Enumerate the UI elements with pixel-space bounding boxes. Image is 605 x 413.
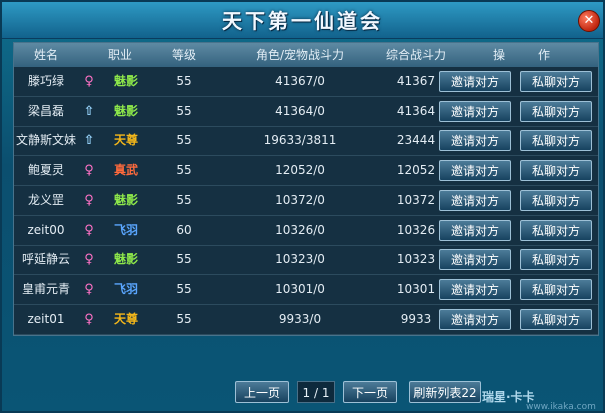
header-power: 角色/宠物战斗力 (255, 48, 345, 62)
private-chat-button[interactable]: 私聊对方 (520, 308, 592, 330)
player-power: 10323/0 (275, 252, 325, 267)
header-job: 职业 (107, 48, 132, 62)
player-job: 魅影 (113, 252, 138, 267)
player-power: 41364/0 (275, 103, 325, 118)
table-row: 龙义罡 ♀ 魅影 55 10372/0 10372 邀请对方 私聊对方 (14, 186, 598, 216)
player-job: 天尊 (113, 311, 138, 326)
private-chat-button[interactable]: 私聊对方 (520, 100, 592, 122)
player-power: 19633/3811 (263, 133, 337, 148)
close-button[interactable]: ✕ (578, 10, 600, 32)
table-row: 文静斯文妹 ⇧ 天尊 55 19633/3811 23444 邀请对方 私聊对方 (14, 126, 598, 157)
prev-page-button[interactable]: 上一页 (235, 381, 289, 403)
private-chat-button[interactable]: 私聊对方 (520, 189, 592, 211)
private-chat-button[interactable]: 私聊对方 (520, 71, 592, 92)
refresh-list-button[interactable]: 刷新列表22 (409, 381, 481, 403)
player-name: 皇甫元青 (21, 281, 70, 296)
invite-button[interactable]: 邀请对方 (439, 71, 511, 92)
private-chat-button[interactable]: 私聊对方 (520, 160, 592, 182)
player-job: 天尊 (113, 133, 138, 148)
invite-button[interactable]: 邀请对方 (439, 130, 511, 152)
player-name: 梁昌磊 (27, 103, 64, 118)
female-gender-icon: ♀ (84, 281, 94, 297)
player-power: 41367/0 (275, 74, 325, 88)
title-bar: 天下第一仙道会 ✕ (2, 2, 603, 39)
private-chat-button[interactable]: 私聊对方 (520, 249, 592, 271)
male-gender-icon: ⇧ (83, 133, 95, 149)
player-job: 真武 (113, 163, 138, 178)
player-level: 55 (176, 133, 192, 148)
invite-button[interactable]: 邀请对方 (439, 189, 511, 211)
player-level: 55 (176, 192, 192, 207)
male-gender-icon: ⇧ (83, 103, 95, 119)
header-level: 等级 (171, 48, 196, 62)
player-job: 飞羽 (113, 281, 138, 296)
header-actions-right: 作 (537, 48, 550, 62)
player-level: 55 (176, 252, 192, 267)
table-row: 呼延静云 ♀ 魅影 55 10323/0 10323 邀请对方 私聊对方 (14, 245, 598, 276)
player-power: 10301/0 (275, 281, 325, 296)
game-window: 天下第一仙道会 ✕ 姓名 职业 等级 角色/宠物战斗力 综合战斗力 操 作 滕巧… (0, 0, 605, 413)
table-row: 滕巧绿 ♀ 魅影 55 41367/0 41367 邀请对方 私聊对方 (14, 67, 598, 97)
player-name: zeit00 (27, 222, 65, 237)
player-name: zeit01 (27, 311, 65, 326)
player-power: 10326/0 (275, 222, 325, 237)
player-name: 呼延静云 (21, 252, 70, 267)
table-header: 姓名 职业 等级 角色/宠物战斗力 综合战斗力 操 作 (14, 43, 598, 67)
player-level: 55 (176, 163, 192, 178)
player-job: 魅影 (113, 192, 138, 207)
player-power: 9933/0 (278, 311, 322, 326)
female-gender-icon: ♀ (84, 192, 94, 208)
female-gender-icon: ♀ (84, 311, 94, 327)
invite-button[interactable]: 邀请对方 (439, 100, 511, 122)
player-name: 文静斯文妹 (15, 133, 76, 148)
table-row: 皇甫元青 ♀ 飞羽 55 10301/0 10301 邀请对方 私聊对方 (14, 275, 598, 305)
invite-button[interactable]: 邀请对方 (439, 278, 511, 300)
female-gender-icon: ♀ (84, 222, 94, 238)
private-chat-button[interactable]: 私聊对方 (520, 130, 592, 152)
window-title: 天下第一仙道会 (222, 9, 383, 33)
watermark-url: www.ikaka.com (526, 402, 596, 412)
player-job: 飞羽 (113, 222, 138, 237)
player-name: 鲍夏灵 (27, 163, 64, 178)
table-row: 梁昌磊 ⇧ 魅影 55 41364/0 41364 邀请对方 私聊对方 (14, 97, 598, 127)
table-row: zeit01 ♀ 天尊 55 9933/0 9933 邀请对方 私聊对方 (14, 305, 598, 335)
invite-button[interactable]: 邀请对方 (439, 160, 511, 182)
header-actions-left: 操 (492, 48, 505, 62)
table-row: 鲍夏灵 ♀ 真武 55 12052/0 12052 邀请对方 私聊对方 (14, 156, 598, 187)
female-gender-icon: ♀ (84, 74, 94, 89)
player-job: 魅影 (113, 103, 138, 118)
player-name: 滕巧绿 (27, 74, 64, 88)
player-level: 60 (176, 222, 192, 237)
female-gender-icon: ♀ (84, 163, 94, 179)
private-chat-button[interactable]: 私聊对方 (520, 219, 592, 241)
player-power: 10372/0 (275, 192, 325, 207)
player-level: 55 (176, 281, 192, 296)
private-chat-button[interactable]: 私聊对方 (520, 278, 592, 300)
player-level: 55 (176, 74, 192, 88)
player-level: 55 (176, 311, 192, 326)
player-job: 魅影 (113, 74, 138, 88)
player-power: 12052/0 (275, 163, 325, 178)
table-row: zeit00 ♀ 飞羽 60 10326/0 10326 邀请对方 私聊对方 (14, 216, 598, 246)
player-level: 55 (176, 103, 192, 118)
ranking-table: 姓名 职业 等级 角色/宠物战斗力 综合战斗力 操 作 滕巧绿 ♀ 魅影 55 4136… (13, 42, 599, 336)
invite-button[interactable]: 邀请对方 (439, 308, 511, 330)
header-name: 姓名 (33, 48, 58, 62)
next-page-button[interactable]: 下一页 (343, 381, 397, 403)
player-name: 龙义罡 (27, 192, 64, 207)
page-indicator: 1 / 1 (297, 381, 335, 403)
header-total: 综合战斗力 (385, 48, 446, 62)
invite-button[interactable]: 邀请对方 (439, 249, 511, 271)
invite-button[interactable]: 邀请对方 (439, 219, 511, 241)
female-gender-icon: ♀ (84, 252, 94, 268)
